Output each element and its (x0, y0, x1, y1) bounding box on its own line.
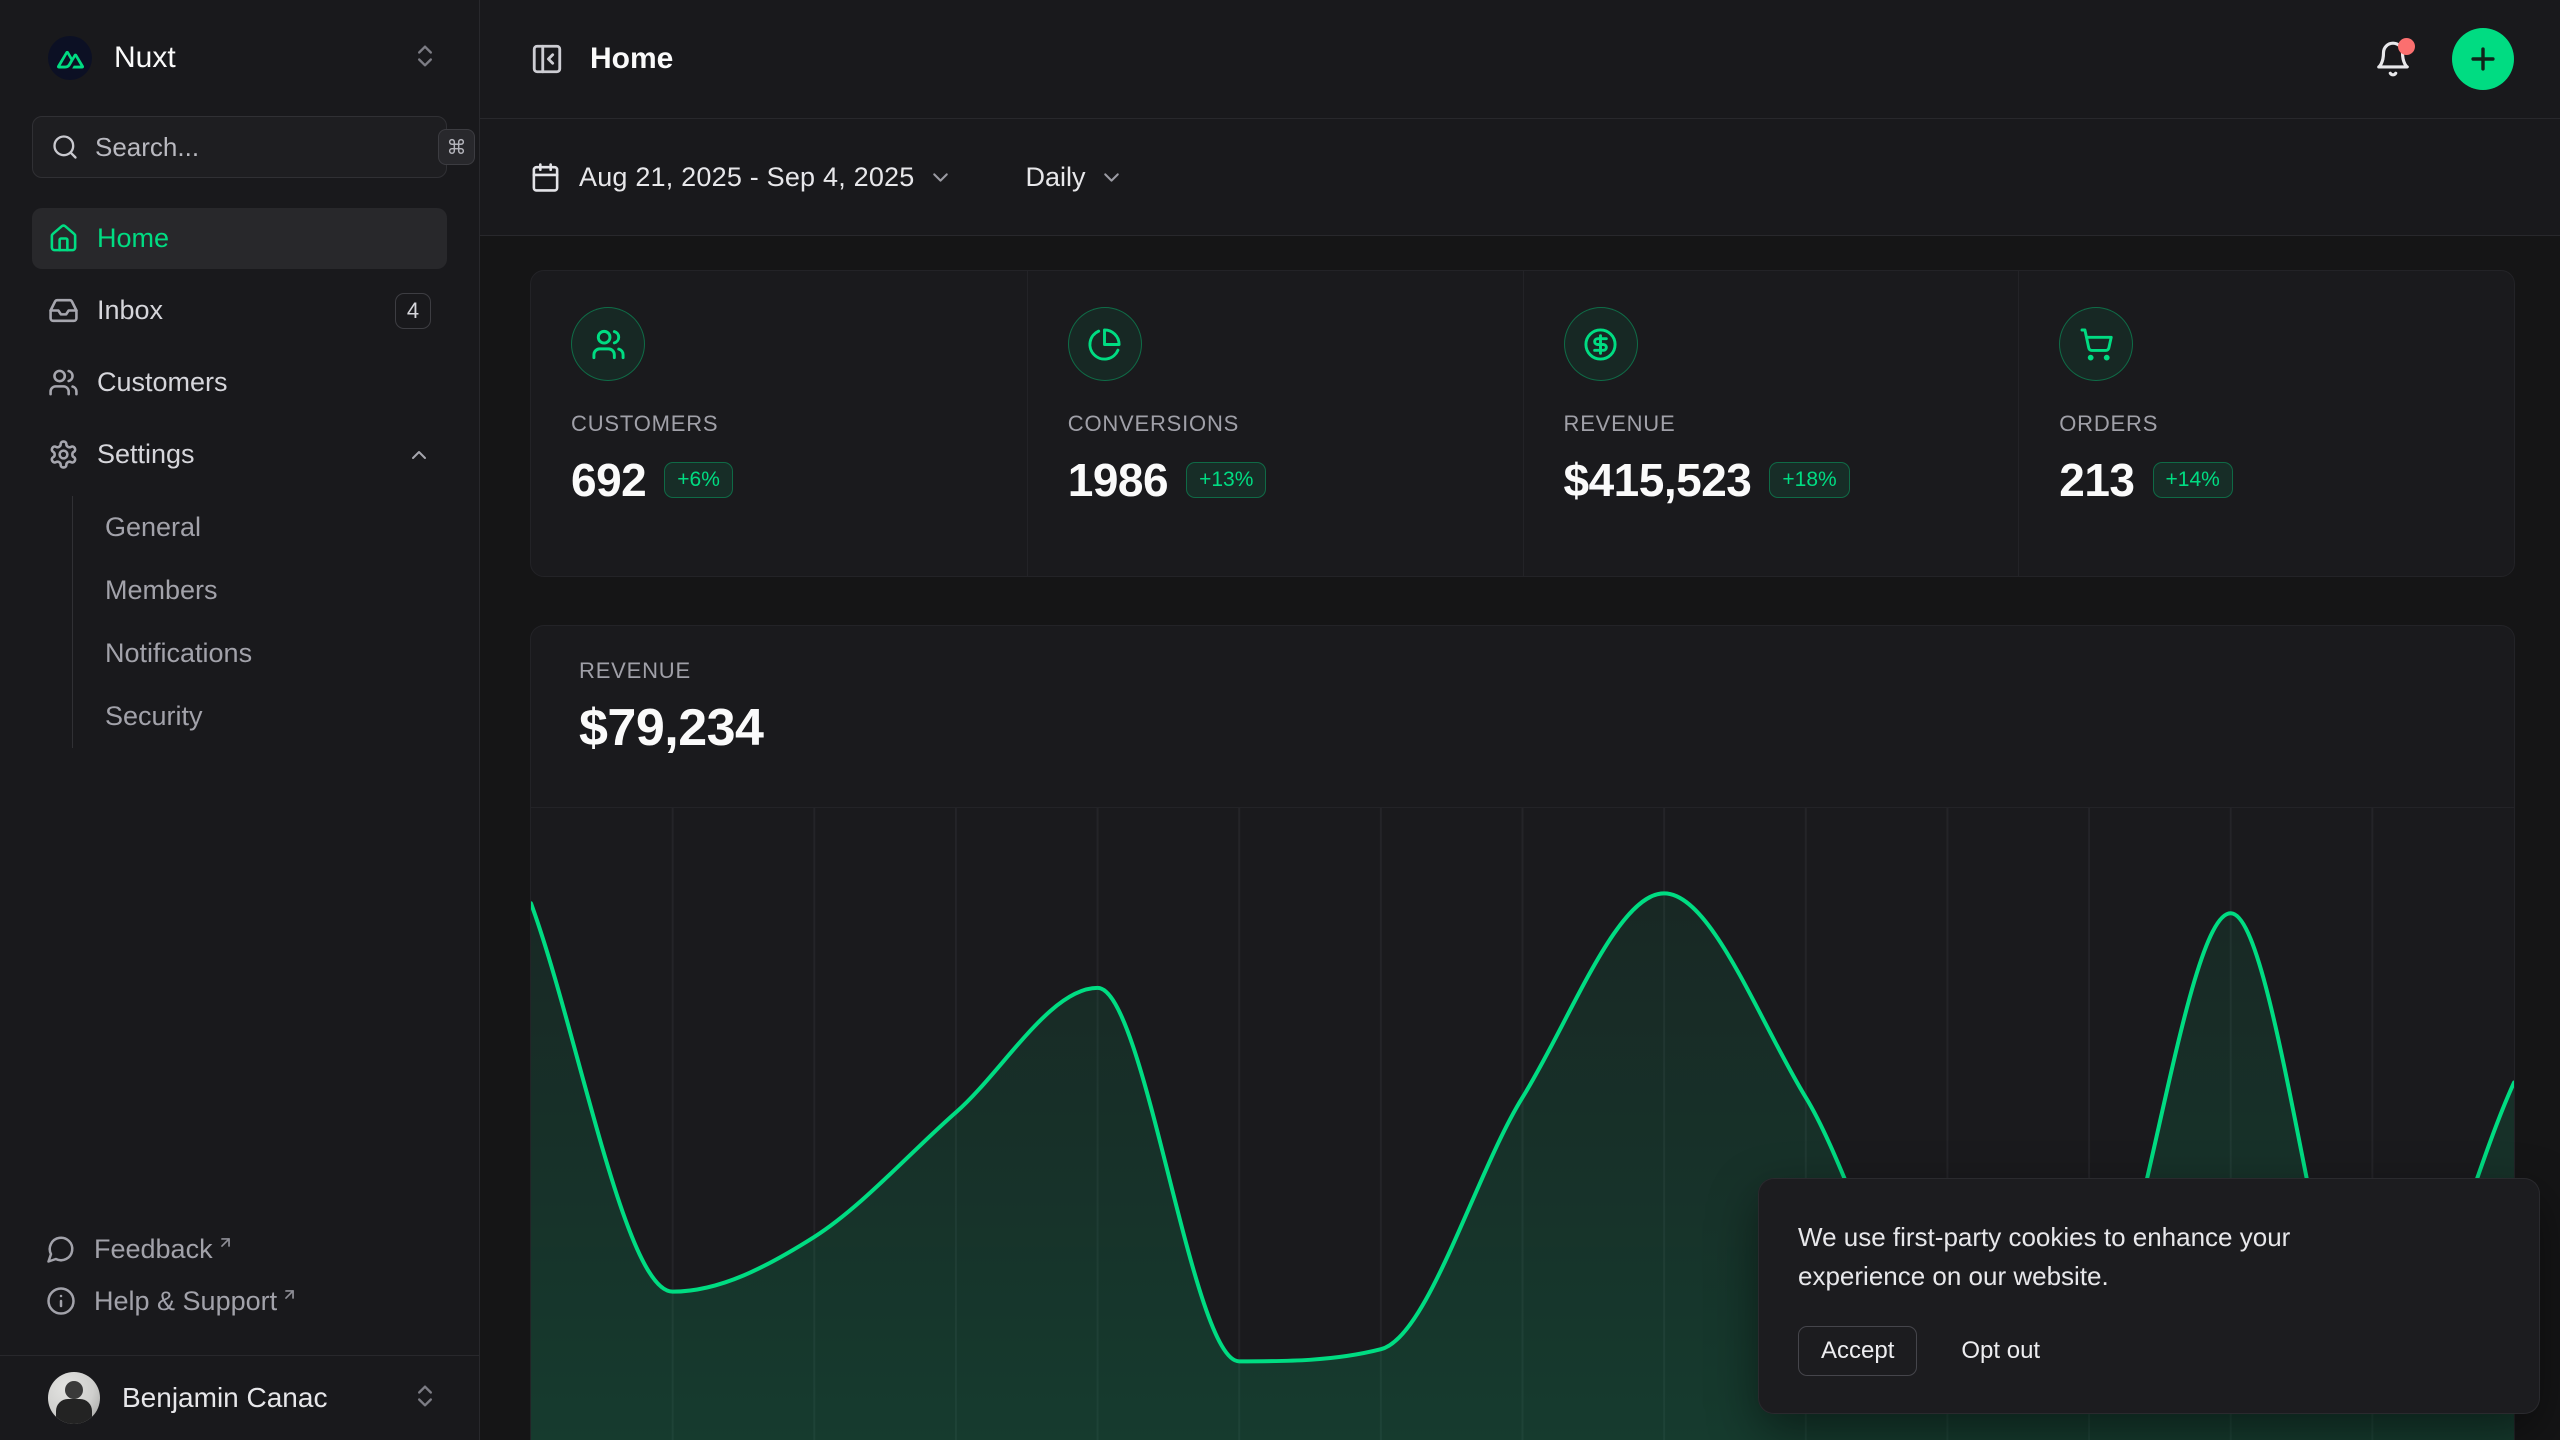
topbar-actions (2374, 28, 2514, 90)
stat-label: REVENUE (1564, 411, 1979, 437)
sidebar-item-label: Inbox (97, 295, 395, 326)
plus-icon (2466, 42, 2500, 76)
external-link-icon (281, 1286, 298, 1303)
kbd-cmd: ⌘ (438, 129, 475, 165)
chevron-up-icon (407, 443, 431, 467)
team-name: Nuxt (114, 41, 411, 75)
stats-panel: CUSTOMERS 692 +6% CONVERSIONS 1986 +13% (530, 270, 2515, 577)
sidebar-footer-links: Feedback Help & Support (32, 1223, 447, 1327)
sidebar-collapse-icon[interactable] (530, 42, 564, 76)
search-box[interactable]: ⌘ K (32, 116, 447, 178)
sidebar-item-inbox[interactable]: Inbox 4 (32, 280, 447, 341)
delta-badge: +6% (664, 462, 733, 498)
stat-value: 692 (571, 453, 646, 507)
inbox-icon (48, 295, 79, 326)
delta-badge: +18% (1769, 462, 1849, 498)
topbar: Home (480, 0, 2560, 119)
opt-out-button[interactable]: Opt out (1955, 1327, 2046, 1375)
granularity-label: Daily (1025, 162, 1085, 193)
inbox-count-badge: 4 (395, 293, 431, 329)
stat-conversions[interactable]: CONVERSIONS 1986 +13% (1027, 271, 1523, 576)
sidebar-item-customers[interactable]: Customers (32, 352, 447, 413)
sidebar-item-label: Settings (97, 439, 407, 470)
sidebar-item-members[interactable]: Members (105, 559, 447, 622)
user-avatar (48, 1372, 100, 1424)
sidebar-item-label: Customers (97, 367, 431, 398)
stat-customers[interactable]: CUSTOMERS 692 +6% (531, 271, 1027, 576)
search-icon (51, 133, 79, 161)
cookie-banner: We use first-party cookies to enhance yo… (1758, 1178, 2540, 1414)
chevrons-up-down-icon (411, 1382, 439, 1415)
chevron-down-icon (1099, 165, 1124, 190)
stat-label: ORDERS (2059, 411, 2474, 437)
stat-value: 213 (2059, 453, 2134, 507)
pie-chart-icon (1068, 307, 1142, 381)
users-icon (571, 307, 645, 381)
revenue-value: $79,234 (579, 698, 2466, 758)
feedback-label: Feedback (94, 1234, 213, 1265)
info-circle-icon (46, 1286, 76, 1316)
nuxt-logo-icon (48, 36, 92, 80)
dollar-circle-icon (1564, 307, 1638, 381)
stat-label: CUSTOMERS (571, 411, 987, 437)
unread-dot (2398, 38, 2415, 55)
filter-toolbar: Aug 21, 2025 - Sep 4, 2025 Daily (480, 119, 2560, 236)
add-button[interactable] (2452, 28, 2514, 90)
sidebar: Nuxt ⌘ K Home Inbox 4 (0, 0, 480, 1440)
team-switcher[interactable]: Nuxt (48, 36, 439, 80)
cookie-actions: Accept Opt out (1798, 1326, 2500, 1376)
external-link-icon (217, 1234, 234, 1251)
granularity-select[interactable]: Daily (1025, 162, 1124, 193)
stat-revenue[interactable]: REVENUE $415,523 +18% (1523, 271, 2019, 576)
chevron-down-icon (928, 165, 953, 190)
sidebar-nav: Home Inbox 4 Customers Settings (32, 208, 447, 748)
user-menu[interactable]: Benjamin Canac (0, 1355, 479, 1440)
help-support-label: Help & Support (94, 1286, 277, 1317)
app-root: Nuxt ⌘ K Home Inbox 4 (0, 0, 2560, 1440)
revenue-label: REVENUE (579, 658, 2466, 684)
date-range-label: Aug 21, 2025 - Sep 4, 2025 (579, 162, 914, 193)
home-icon (48, 223, 79, 254)
stat-orders[interactable]: ORDERS 213 +14% (2018, 271, 2514, 576)
search-input[interactable] (95, 132, 430, 163)
settings-sub-nav: General Members Notifications Security (72, 496, 447, 748)
notifications-button[interactable] (2374, 40, 2412, 78)
help-support-link[interactable]: Help & Support (46, 1275, 447, 1327)
message-circle-icon (46, 1234, 76, 1264)
delta-badge: +14% (2153, 462, 2233, 498)
users-icon (48, 367, 79, 398)
sidebar-item-security[interactable]: Security (105, 685, 447, 748)
sidebar-item-label: Home (97, 223, 431, 254)
sidebar-item-general[interactable]: General (105, 496, 447, 559)
sidebar-item-settings[interactable]: Settings (32, 424, 447, 485)
shopping-cart-icon (2059, 307, 2133, 381)
user-name: Benjamin Canac (122, 1382, 411, 1414)
sidebar-item-notifications[interactable]: Notifications (105, 622, 447, 685)
page-title: Home (590, 42, 673, 76)
gear-icon (48, 439, 79, 470)
feedback-link[interactable]: Feedback (46, 1223, 447, 1275)
delta-badge: +13% (1186, 462, 1266, 498)
sidebar-spacer (0, 748, 479, 1223)
cookie-message: We use first-party cookies to enhance yo… (1798, 1218, 2438, 1296)
chevrons-up-down-icon (411, 42, 439, 75)
accept-button[interactable]: Accept (1798, 1326, 1917, 1376)
stat-value: 1986 (1068, 453, 1168, 507)
stat-label: CONVERSIONS (1068, 411, 1483, 437)
stat-value: $415,523 (1564, 453, 1752, 507)
revenue-chart-header: REVENUE $79,234 (531, 626, 2514, 807)
sidebar-item-home[interactable]: Home (32, 208, 447, 269)
date-range-picker[interactable]: Aug 21, 2025 - Sep 4, 2025 (530, 162, 953, 193)
calendar-icon (530, 162, 561, 193)
